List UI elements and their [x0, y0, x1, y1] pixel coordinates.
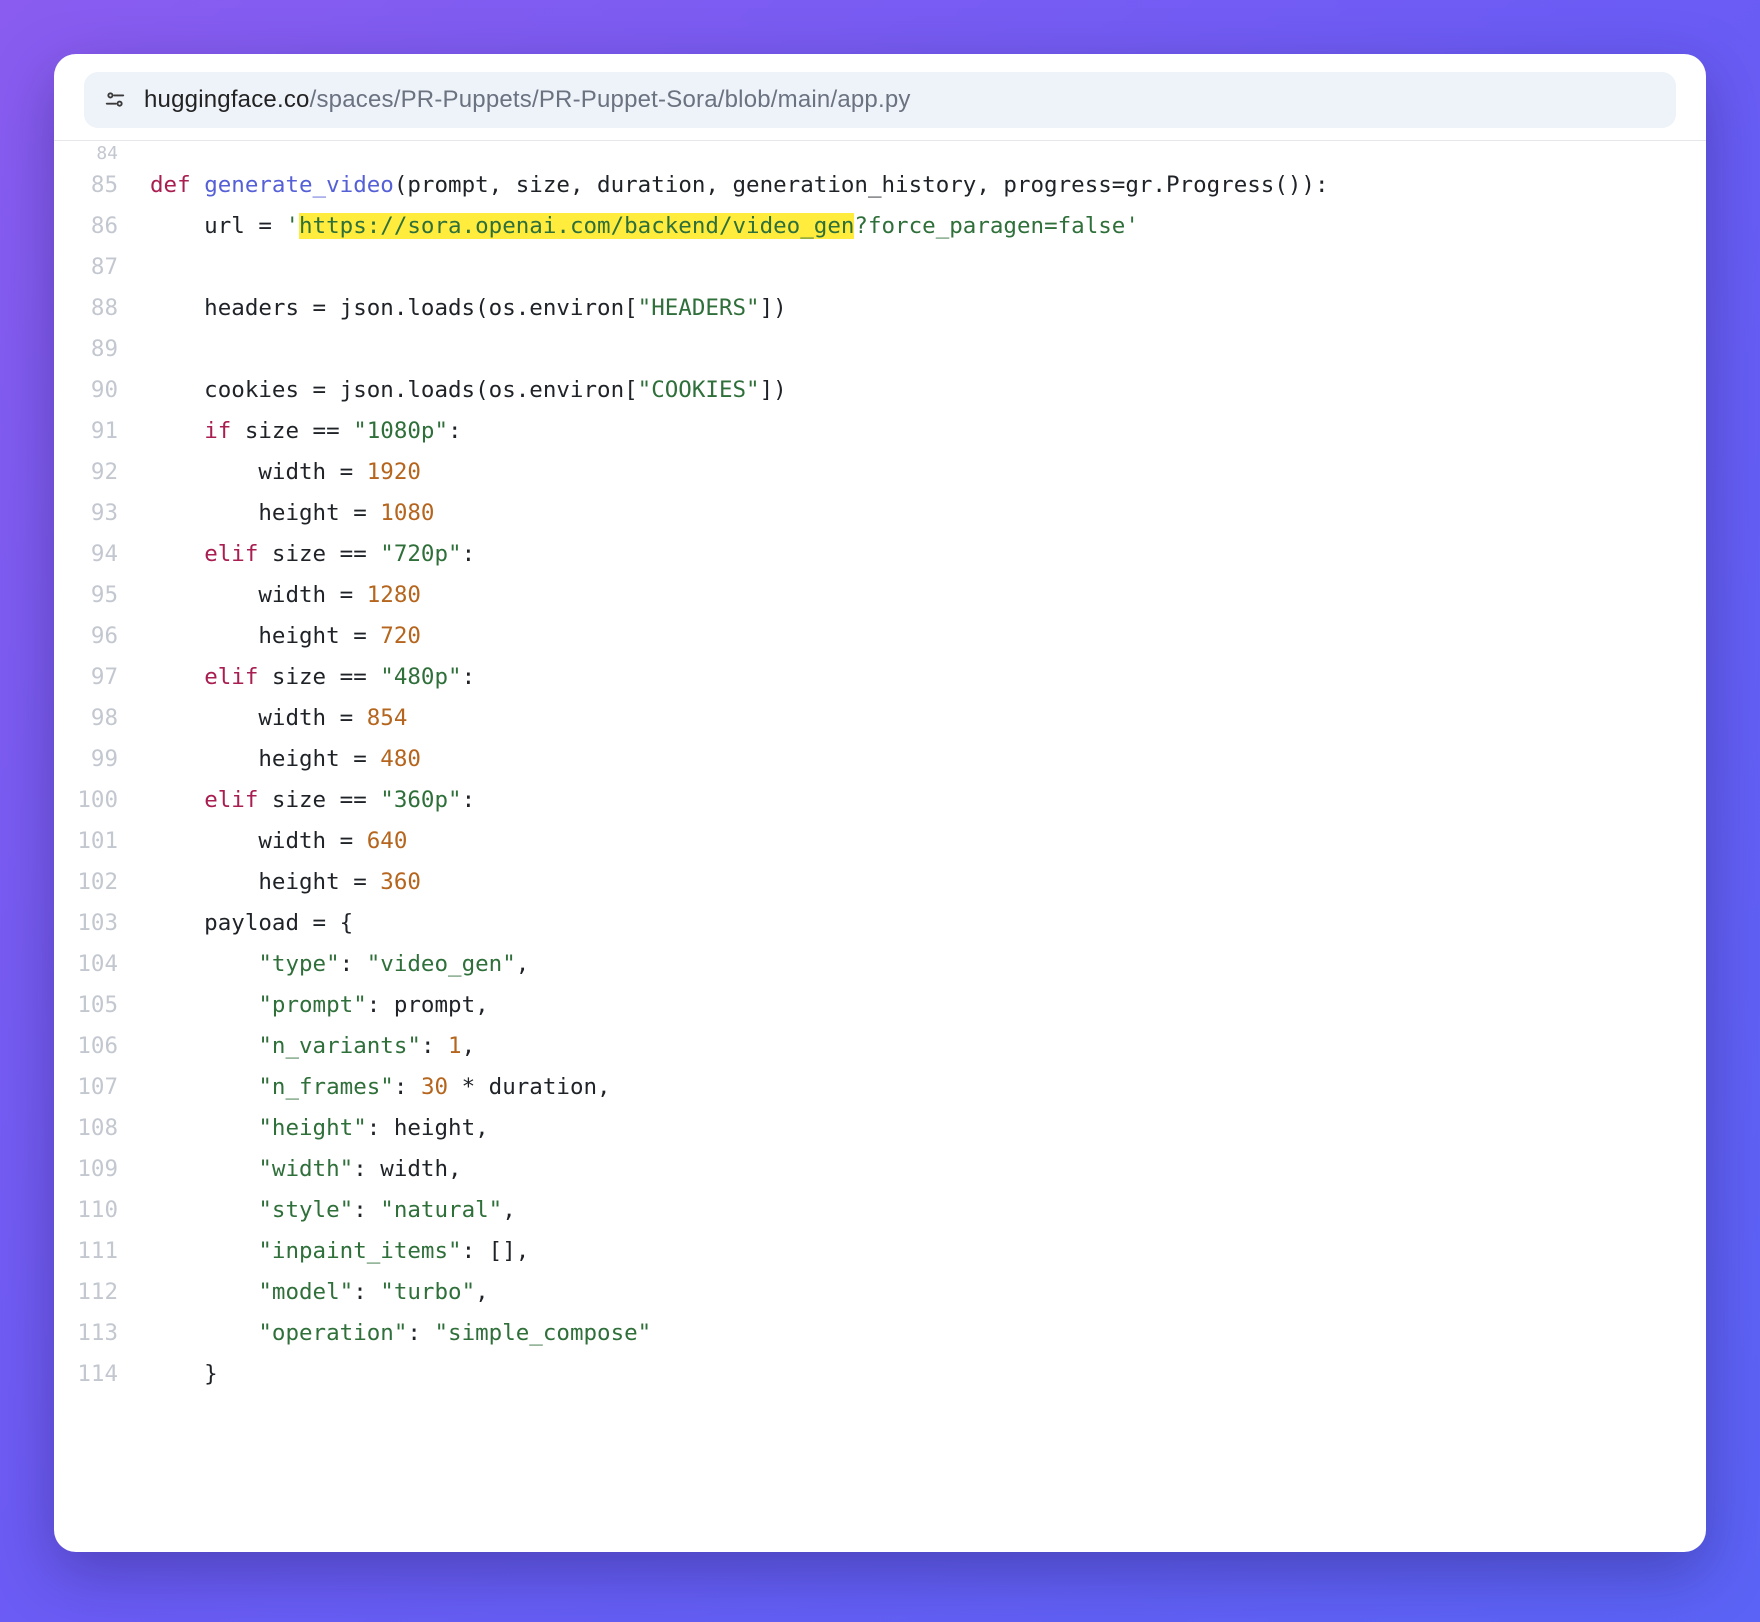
code-line: 87 — [54, 247, 1706, 288]
line-number: 101 — [54, 821, 124, 862]
code-line: 98 width = 854 — [54, 698, 1706, 739]
url-path: /spaces/PR-Puppets/PR-Puppet-Sora/blob/m… — [310, 86, 911, 113]
code-line: 99 height = 480 — [54, 739, 1706, 780]
code-line: 88 headers = json.loads(os.environ["HEAD… — [54, 288, 1706, 329]
code-content: elif size == "360p": — [124, 780, 475, 821]
code-content: width = 854 — [124, 698, 407, 739]
code-line: 94 elif size == "720p": — [54, 534, 1706, 575]
code-line: 86 url = 'https://sora.openai.com/backen… — [54, 206, 1706, 247]
line-number: 92 — [54, 452, 124, 493]
code-line: 84 — [54, 143, 1706, 165]
line-number: 95 — [54, 575, 124, 616]
code-content: headers = json.loads(os.environ["HEADERS… — [124, 288, 787, 329]
line-number: 107 — [54, 1067, 124, 1108]
code-content: "type": "video_gen", — [124, 944, 529, 985]
line-number: 99 — [54, 739, 124, 780]
line-number: 104 — [54, 944, 124, 985]
code-content: "height": height, — [124, 1108, 489, 1149]
url-bar-container: huggingface.co/spaces/PR-Puppets/PR-Pupp… — [54, 54, 1706, 140]
code-content: cookies = json.loads(os.environ["COOKIES… — [124, 370, 787, 411]
code-line: 100 elif size == "360p": — [54, 780, 1706, 821]
code-line: 112 "model": "turbo", — [54, 1272, 1706, 1313]
code-content: "width": width, — [124, 1149, 462, 1190]
line-number: 102 — [54, 862, 124, 903]
browser-window: huggingface.co/spaces/PR-Puppets/PR-Pupp… — [54, 54, 1706, 1552]
line-number: 89 — [54, 329, 124, 370]
code-line: 103 payload = { — [54, 903, 1706, 944]
line-number: 90 — [54, 370, 124, 411]
code-line: 106 "n_variants": 1, — [54, 1026, 1706, 1067]
code-content: height = 360 — [124, 862, 421, 903]
code-content: height = 480 — [124, 739, 421, 780]
line-number: 112 — [54, 1272, 124, 1313]
code-content: "inpaint_items": [], — [124, 1231, 529, 1272]
line-number: 96 — [54, 616, 124, 657]
line-number: 108 — [54, 1108, 124, 1149]
line-number: 106 — [54, 1026, 124, 1067]
code-line: 97 elif size == "480p": — [54, 657, 1706, 698]
line-number: 98 — [54, 698, 124, 739]
code-line: 101 width = 640 — [54, 821, 1706, 862]
line-number: 97 — [54, 657, 124, 698]
url-bar[interactable]: huggingface.co/spaces/PR-Puppets/PR-Pupp… — [84, 72, 1676, 128]
code-viewer[interactable]: 8485def generate_video(prompt, size, dur… — [54, 140, 1706, 1552]
url-host: huggingface.co — [144, 86, 310, 113]
url-text[interactable]: huggingface.co/spaces/PR-Puppets/PR-Pupp… — [144, 86, 911, 114]
line-number: 110 — [54, 1190, 124, 1231]
code-line: 96 height = 720 — [54, 616, 1706, 657]
line-number: 114 — [54, 1354, 124, 1395]
code-line: 93 height = 1080 — [54, 493, 1706, 534]
code-content: if size == "1080p": — [124, 411, 462, 452]
line-number: 105 — [54, 985, 124, 1026]
code-line: 90 cookies = json.loads(os.environ["COOK… — [54, 370, 1706, 411]
code-line: 107 "n_frames": 30 * duration, — [54, 1067, 1706, 1108]
line-number: 103 — [54, 903, 124, 944]
code-content: elif size == "480p": — [124, 657, 475, 698]
code-line: 89 — [54, 329, 1706, 370]
code-content: width = 1280 — [124, 575, 421, 616]
code-content: width = 1920 — [124, 452, 421, 493]
code-content: } — [124, 1354, 218, 1395]
code-line: 108 "height": height, — [54, 1108, 1706, 1149]
code-line: 104 "type": "video_gen", — [54, 944, 1706, 985]
code-line: 113 "operation": "simple_compose" — [54, 1313, 1706, 1354]
line-number: 87 — [54, 247, 124, 288]
code-line: 95 width = 1280 — [54, 575, 1706, 616]
code-content: height = 720 — [124, 616, 421, 657]
code-content: width = 640 — [124, 821, 407, 862]
code-line: 110 "style": "natural", — [54, 1190, 1706, 1231]
line-number: 93 — [54, 493, 124, 534]
line-number: 113 — [54, 1313, 124, 1354]
code-content: def generate_video(prompt, size, duratio… — [124, 165, 1329, 206]
code-content: height = 1080 — [124, 493, 434, 534]
code-content: "style": "natural", — [124, 1190, 516, 1231]
code-content: "prompt": prompt, — [124, 985, 489, 1026]
code-content: "model": "turbo", — [124, 1272, 489, 1313]
line-number: 88 — [54, 288, 124, 329]
code-line: 85def generate_video(prompt, size, durat… — [54, 165, 1706, 206]
code-line: 111 "inpaint_items": [], — [54, 1231, 1706, 1272]
line-number: 85 — [54, 165, 124, 206]
code-content: "operation": "simple_compose" — [124, 1313, 651, 1354]
line-number: 86 — [54, 206, 124, 247]
code-content: "n_frames": 30 * duration, — [124, 1067, 611, 1108]
site-settings-icon[interactable] — [102, 88, 128, 112]
code-content: payload = { — [124, 903, 353, 944]
code-line: 92 width = 1920 — [54, 452, 1706, 493]
line-number: 84 — [54, 143, 124, 165]
line-number: 109 — [54, 1149, 124, 1190]
code-content: "n_variants": 1, — [124, 1026, 475, 1067]
code-line: 105 "prompt": prompt, — [54, 985, 1706, 1026]
line-number: 100 — [54, 780, 124, 821]
line-number: 91 — [54, 411, 124, 452]
code-line: 109 "width": width, — [54, 1149, 1706, 1190]
code-line: 91 if size == "1080p": — [54, 411, 1706, 452]
code-line: 114 } — [54, 1354, 1706, 1395]
line-number: 111 — [54, 1231, 124, 1272]
code-line: 102 height = 360 — [54, 862, 1706, 903]
code-content: elif size == "720p": — [124, 534, 475, 575]
code-content: url = 'https://sora.openai.com/backend/v… — [124, 206, 1139, 247]
line-number: 94 — [54, 534, 124, 575]
